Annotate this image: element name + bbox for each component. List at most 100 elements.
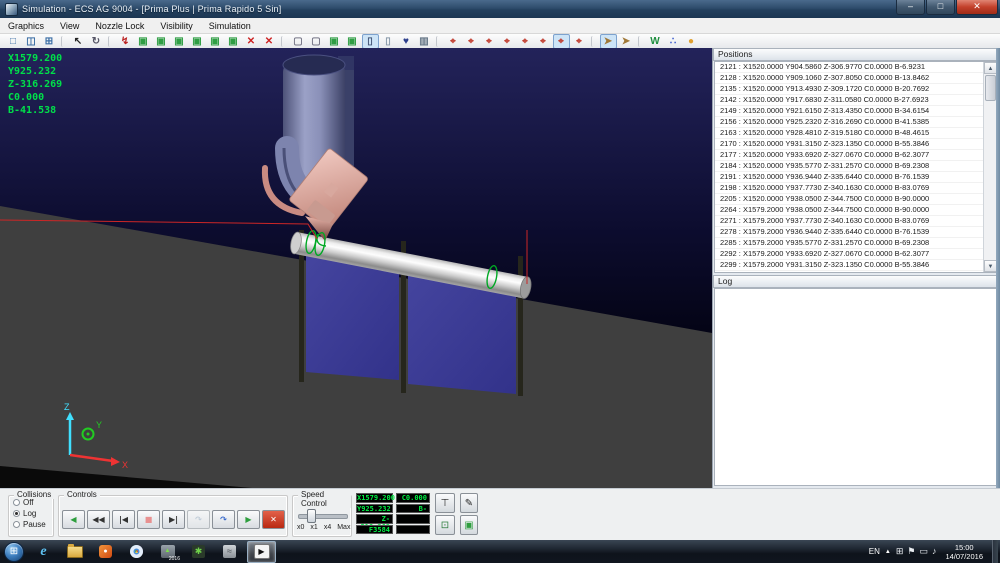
play-button[interactable]: ▶	[237, 510, 260, 529]
position-row[interactable]: 2278 : X1579.2000 Y936.9440 Z-335.6440 C…	[715, 227, 997, 238]
minimize-button[interactable]: –	[896, 0, 925, 15]
position-row[interactable]: 2292 : X1579.2000 Y933.6920 Z-327.0670 C…	[715, 249, 997, 260]
taskbar-green-app[interactable]: ✱	[185, 542, 212, 562]
green-cube-8-icon[interactable]: ▣	[344, 34, 361, 49]
delete-red-2-icon[interactable]: ✕	[261, 34, 278, 49]
collisions-pause-radio[interactable]: Pause	[13, 519, 53, 529]
taskbar-cam-2016[interactable]: ▲2016	[154, 542, 181, 562]
position-row[interactable]: 2163 : X1520.0000 Y928.4810 Z-319.5180 C…	[715, 128, 997, 139]
green-cube-1-icon[interactable]: ▣	[135, 34, 152, 49]
head-pose-6-icon[interactable]: ⌖	[535, 34, 552, 49]
position-row[interactable]: 2135 : X1520.0000 Y913.4930 Z-309.1720 C…	[715, 84, 997, 95]
position-row[interactable]: 2191 : X1520.0000 Y936.9440 Z-335.6440 C…	[715, 172, 997, 183]
head-pose-8-icon[interactable]: ⌖	[571, 34, 588, 49]
jog-path-icon[interactable]: ↯	[117, 34, 134, 49]
position-row[interactable]: 2142 : X1520.0000 Y917.6830 Z-311.0580 C…	[715, 95, 997, 106]
start-button[interactable]: ⊞	[2, 542, 26, 562]
position-row[interactable]: 2285 : X1579.2000 Y935.5770 Z-331.2570 C…	[715, 238, 997, 249]
show-desktop-button[interactable]	[992, 540, 998, 563]
head-pose-7-icon[interactable]: ⌖	[553, 34, 570, 49]
maximize-button[interactable]: □	[926, 0, 955, 15]
pick-pointer-2-icon[interactable]: ➤	[618, 34, 635, 49]
position-row[interactable]: 2128 : X1520.0000 Y909.1060 Z-307.8050 C…	[715, 73, 997, 84]
speed-slider-track[interactable]	[298, 514, 348, 519]
tray-network-icon[interactable]: ▭	[919, 546, 928, 557]
node-tree-icon[interactable]: ∴	[665, 34, 682, 49]
cylinder-active-icon[interactable]: ▯	[362, 34, 379, 49]
menu-item[interactable]: View	[52, 18, 87, 33]
marker-button[interactable]: ▣	[460, 515, 478, 535]
position-row[interactable]: 2170 : X1520.0000 Y931.3150 Z-323.1350 C…	[715, 139, 997, 150]
weld-w-icon[interactable]: W	[647, 34, 664, 49]
run-options-button[interactable]: ↷	[212, 510, 235, 529]
green-cube-3-icon[interactable]: ▣	[171, 34, 188, 49]
tray-expand-icon[interactable]: ▲	[885, 549, 891, 555]
barrel-icon[interactable]: ▥	[416, 34, 433, 49]
position-row[interactable]: 2121 : X1520.0000 Y904.5860 Z-306.9770 C…	[715, 62, 997, 73]
menu-item[interactable]: Visibility	[152, 18, 200, 33]
position-row[interactable]: 2299 : X1579.2000 Y931.3150 Z-323.1350 C…	[715, 260, 997, 271]
sphere-icon[interactable]: ●	[683, 34, 700, 49]
go-start-button[interactable]: |◀	[112, 510, 135, 529]
taskbar-internet-explorer[interactable]: e	[30, 542, 57, 562]
view-split-icon[interactable]: ◫	[23, 34, 40, 49]
position-row[interactable]: 2271 : X1579.2000 Y937.7730 Z-340.1630 C…	[715, 216, 997, 227]
sheet-nozzle-button[interactable]: ⊡	[435, 515, 455, 535]
taskbar-media-player[interactable]: ●	[92, 542, 119, 562]
green-cube-5-icon[interactable]: ▣	[207, 34, 224, 49]
orbit-view-icon[interactable]: ↻	[88, 34, 105, 49]
rewind-button[interactable]: ◀◀	[87, 510, 110, 529]
shield-icon[interactable]: ♥	[398, 34, 415, 49]
go-end-button[interactable]: ▶|	[162, 510, 185, 529]
speed-slider-thumb[interactable]	[307, 509, 316, 523]
pick-pointer-1-icon[interactable]: ➤	[600, 34, 617, 49]
tray-language[interactable]: EN	[869, 547, 880, 556]
green-cube-7-icon[interactable]: ▣	[326, 34, 343, 49]
cylinder-icon[interactable]: ▯	[380, 34, 397, 49]
position-row[interactable]: 2306 : X1579.2000 Y928.4810 Z-319.5180 C…	[715, 271, 997, 273]
head-pose-2-icon[interactable]: ⌖	[463, 34, 480, 49]
log-area[interactable]	[714, 288, 998, 486]
position-row[interactable]: 2205 : X1520.0000 Y938.0500 Z-344.7500 C…	[715, 194, 997, 205]
position-row[interactable]: 2149 : X1520.0000 Y921.6150 Z-313.4350 C…	[715, 106, 997, 117]
head-pose-1-icon[interactable]: ⌖	[445, 34, 462, 49]
green-cube-4-icon[interactable]: ▣	[189, 34, 206, 49]
position-row[interactable]: 2156 : X1520.0000 Y925.2320 Z-316.2690 C…	[715, 117, 997, 128]
view-quad-icon[interactable]: ⊞	[41, 34, 58, 49]
taskbar-chrome[interactable]	[123, 542, 150, 562]
head-pose-3-icon[interactable]: ⌖	[481, 34, 498, 49]
taskbar-explorer[interactable]	[61, 542, 88, 562]
position-row[interactable]: 2177 : X1520.0000 Y933.6920 Z-327.0670 C…	[715, 150, 997, 161]
collisions-log-radio[interactable]: Log	[13, 508, 53, 518]
green-cube-6-icon[interactable]: ▣	[225, 34, 242, 49]
title-bar[interactable]: Simulation - ECS AG 9004 - [Prima Plus |…	[0, 0, 1000, 18]
nozzle-touch-button[interactable]: ✎	[460, 493, 478, 513]
position-row[interactable]: 2184 : X1520.0000 Y935.5770 Z-331.2570 C…	[715, 161, 997, 172]
tray-grid-icon[interactable]: ⊞	[896, 546, 904, 557]
taskbar-simulation-active[interactable]: ▶	[247, 541, 276, 563]
menu-item[interactable]: Graphics	[0, 18, 52, 33]
position-row[interactable]: 2264 : X1579.2000 Y938.0500 Z-344.7500 C…	[715, 205, 997, 216]
position-row[interactable]: 2198 : X1520.0000 Y937.7730 Z-340.1630 C…	[715, 183, 997, 194]
gray-cube-2-icon[interactable]: ▢	[308, 34, 325, 49]
green-cube-2-icon[interactable]: ▣	[153, 34, 170, 49]
scroll-thumb[interactable]	[985, 75, 996, 101]
delete-red-1-icon[interactable]: ✕	[243, 34, 260, 49]
abort-button[interactable]: ✕	[262, 510, 285, 529]
taskbar-gray-app[interactable]: ≈	[216, 542, 243, 562]
step-back-button[interactable]: ◀	[62, 510, 85, 529]
gray-cube-1-icon[interactable]: ▢	[290, 34, 307, 49]
tray-flag-icon[interactable]: ⚑	[907, 546, 915, 557]
positions-list[interactable]: 2121 : X1520.0000 Y904.5860 Z-306.9770 C…	[714, 61, 998, 273]
menu-item[interactable]: Simulation	[201, 18, 259, 33]
nozzle-down-button[interactable]: ⊤	[435, 493, 455, 513]
stop-button[interactable]: ■	[137, 510, 160, 529]
skip-collision-button[interactable]: ↷	[187, 510, 210, 529]
view-single-icon[interactable]: □	[5, 34, 22, 49]
select-cursor-icon[interactable]: ↖	[70, 34, 87, 49]
menu-item[interactable]: Nozzle Lock	[87, 18, 152, 33]
close-button[interactable]: ✕	[956, 0, 998, 15]
head-pose-4-icon[interactable]: ⌖	[499, 34, 516, 49]
positions-scrollbar[interactable]: ▲ ▼	[983, 62, 997, 272]
tray-volume-icon[interactable]: ♪	[932, 546, 937, 557]
